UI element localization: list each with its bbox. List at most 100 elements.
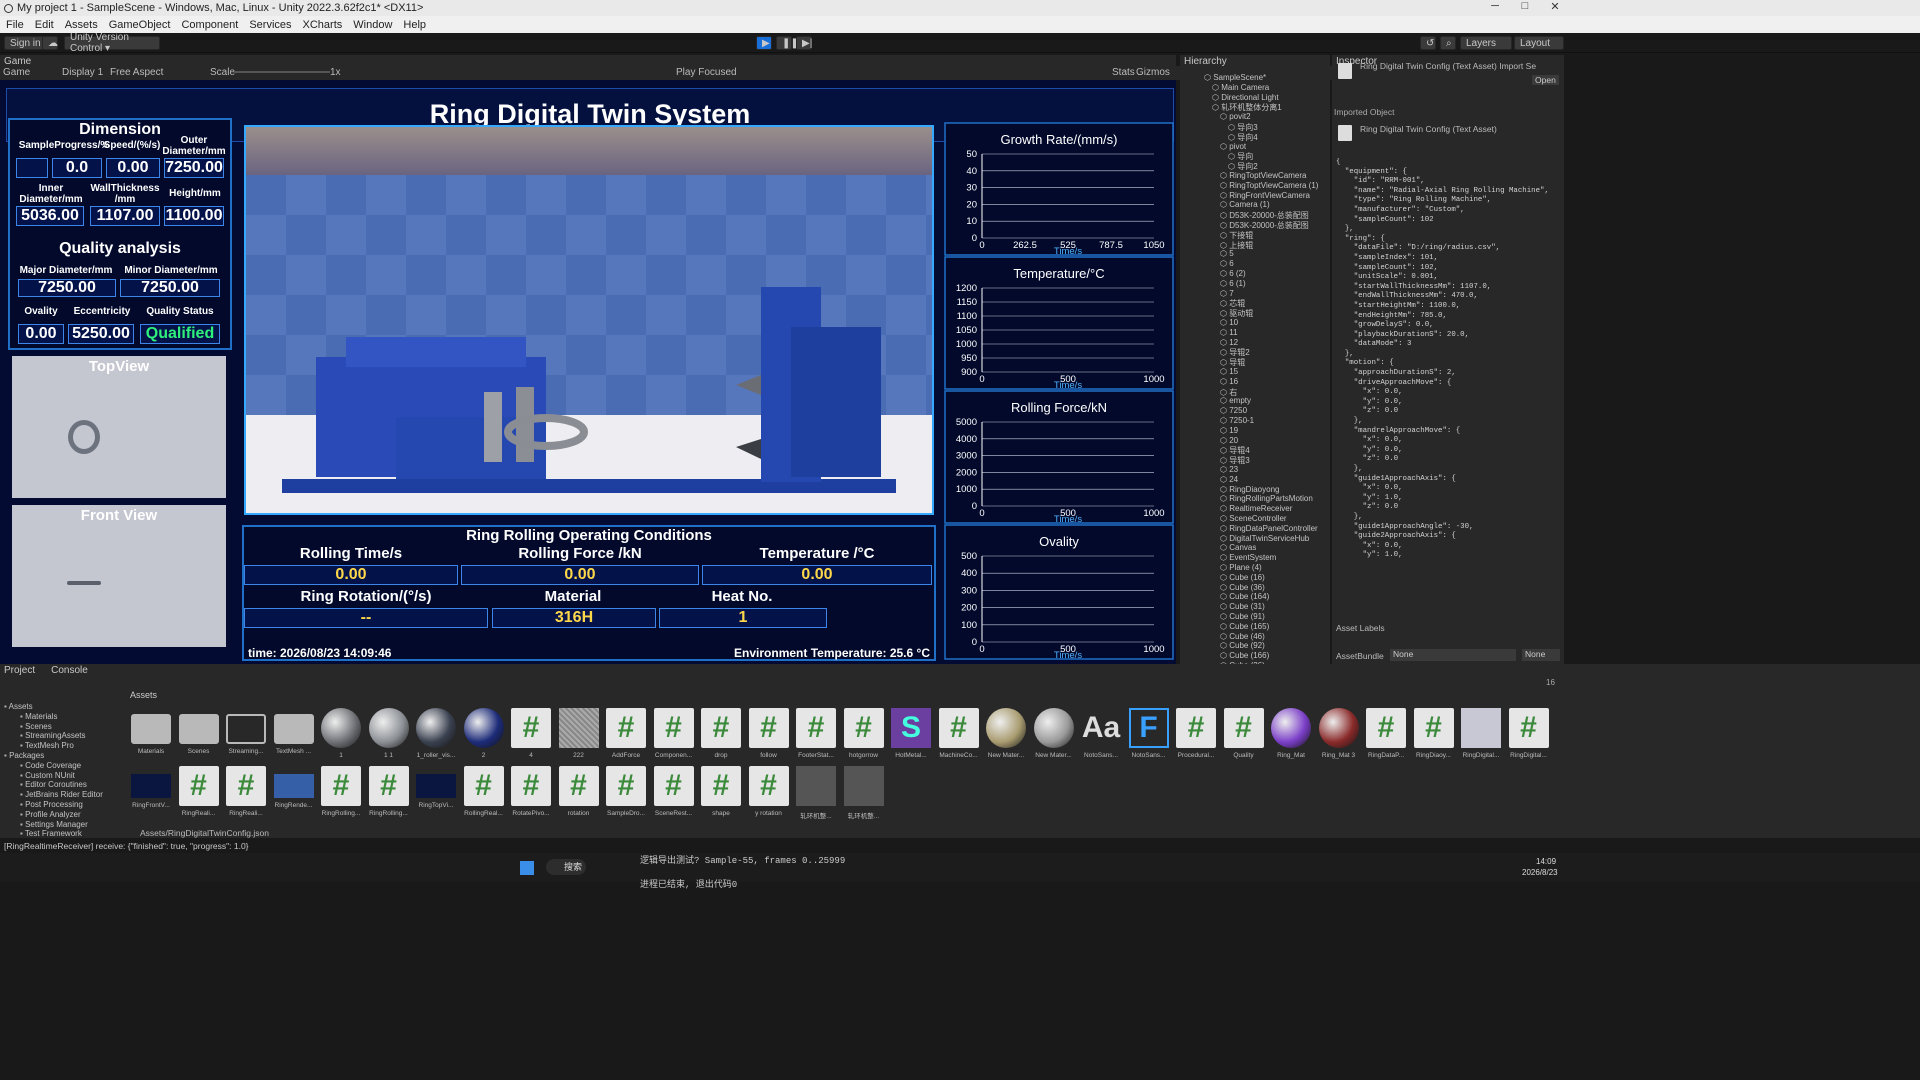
project-tree-item[interactable]: ▪ Packages: [4, 751, 44, 760]
hierarchy-item[interactable]: ⬡ 12: [1220, 338, 1238, 347]
hierarchy-item[interactable]: ⬡ Main Camera: [1212, 83, 1269, 92]
assetbundle-variant-dropdown[interactable]: None: [1522, 649, 1560, 661]
asset-item[interactable]: 2: [461, 708, 507, 759]
hierarchy-item[interactable]: ⬡ 23: [1220, 465, 1238, 474]
hierarchy-item[interactable]: ⬡ 11: [1220, 328, 1238, 337]
asset-item[interactable]: # RingRolling...: [318, 766, 364, 817]
project-tree-item[interactable]: ▪ Code Coverage: [20, 761, 81, 770]
asset-item[interactable]: # RingDigital...: [1506, 708, 1552, 759]
asset-item[interactable]: Streaming...: [223, 708, 269, 755]
asset-item[interactable]: # SampleDro...: [603, 766, 649, 817]
project-tree-item[interactable]: ▪ Scenes: [20, 722, 52, 731]
asset-item[interactable]: # rotation: [556, 766, 602, 817]
project-tree-item[interactable]: ▪ Test Framework: [20, 829, 82, 838]
project-tree-item[interactable]: ▪ JetBrains Rider Editor: [20, 790, 103, 799]
asset-item[interactable]: RingTopVi...: [413, 766, 459, 809]
asset-item[interactable]: # RollingReal...: [461, 766, 507, 817]
menu-gameobject[interactable]: GameObject: [109, 19, 171, 31]
pause-icon[interactable]: ❚❚: [776, 36, 799, 50]
asset-item[interactable]: Ring_Mat 3: [1316, 708, 1362, 759]
menu-edit[interactable]: Edit: [35, 19, 54, 31]
play-focused-dropdown[interactable]: Play Focused: [676, 67, 737, 78]
hierarchy-item[interactable]: ⬡ 7250: [1220, 406, 1247, 415]
hierarchy-item[interactable]: ⬡ povit2: [1220, 112, 1251, 121]
asset-item[interactable]: # Componen...: [651, 708, 697, 759]
hierarchy-item[interactable]: ⬡ DigitalTwinServiceHub: [1220, 534, 1309, 543]
hierarchy-item[interactable]: ⬡ RingFrontViewCamera: [1220, 191, 1310, 200]
asset-item[interactable]: # RingDataP...: [1363, 708, 1409, 759]
asset-item[interactable]: 轧环机整...: [793, 766, 839, 820]
hierarchy-item[interactable]: ⬡ 6: [1220, 259, 1234, 268]
hierarchy-item[interactable]: ⬡ RingToptViewCamera (1): [1220, 181, 1318, 190]
play-icon[interactable]: ▶: [756, 36, 772, 50]
minimize-button[interactable]: ─: [1480, 0, 1510, 16]
asset-item[interactable]: F NotoSans...: [1126, 708, 1172, 759]
asset-item[interactable]: TextMesh ...: [271, 708, 317, 755]
hierarchy-tab[interactable]: Hierarchy: [1180, 55, 1330, 67]
hierarchy-item[interactable]: ⬡ pivot: [1220, 142, 1246, 151]
asset-item[interactable]: # RingReali...: [176, 766, 222, 817]
asset-item[interactable]: 1 1: [366, 708, 412, 759]
asset-item[interactable]: Scenes: [176, 708, 222, 755]
hierarchy-item[interactable]: ⬡ RingToptViewCamera: [1220, 171, 1306, 180]
hierarchy-item[interactable]: ⬡ Cube (36): [1220, 583, 1265, 592]
hierarchy-item[interactable]: ⬡ 6 (1): [1220, 279, 1246, 288]
menu-xcharts[interactable]: XCharts: [303, 19, 343, 31]
gizmos-button[interactable]: Gizmos: [1136, 67, 1170, 78]
menu-window[interactable]: Window: [353, 19, 392, 31]
hierarchy-item[interactable]: ⬡ Cube (164): [1220, 592, 1269, 601]
asset-item[interactable]: 1_roller_vis...: [413, 708, 459, 759]
history-icon[interactable]: ↺: [1420, 36, 1436, 50]
asset-item[interactable]: # RingDiaoy...: [1411, 708, 1457, 759]
menu-file[interactable]: File: [6, 19, 24, 31]
asset-item[interactable]: Ring_Mat: [1268, 708, 1314, 759]
project-tree-item[interactable]: ▪ StreamingAssets: [20, 731, 86, 740]
sign-in-button[interactable]: Sign in: [4, 36, 47, 50]
menu-help[interactable]: Help: [403, 19, 426, 31]
hierarchy-item[interactable]: ⬡ 24: [1220, 475, 1238, 484]
asset-item[interactable]: 轧环机整...: [841, 766, 887, 820]
display-dropdown[interactable]: Display 1: [62, 67, 103, 78]
menu-component[interactable]: Component: [181, 19, 238, 31]
assetbundle-dropdown[interactable]: None: [1390, 649, 1516, 661]
asset-item[interactable]: # shape: [698, 766, 744, 817]
project-tree-item[interactable]: ▪ Materials: [20, 712, 58, 721]
project-tree-item[interactable]: ▪ TextMesh Pro: [20, 741, 74, 750]
hierarchy-item[interactable]: ⬡ 15: [1220, 367, 1238, 376]
layout-dropdown[interactable]: Layout: [1514, 36, 1564, 50]
asset-item[interactable]: New Mater...: [983, 708, 1029, 759]
asset-item[interactable]: # FooterStat...: [793, 708, 839, 759]
asset-item[interactable]: New Mater...: [1031, 708, 1077, 759]
hierarchy-item[interactable]: ⬡ 5: [1220, 249, 1234, 258]
asset-item[interactable]: # Quality: [1221, 708, 1267, 759]
asset-item[interactable]: S HotMetal...: [888, 708, 934, 759]
console-tab[interactable]: Console: [51, 665, 88, 676]
asset-item[interactable]: # drop: [698, 708, 744, 759]
hierarchy-item[interactable]: ⬡ Cube (16): [1220, 573, 1265, 582]
asset-item[interactable]: # AddForce: [603, 708, 649, 759]
cloud-icon[interactable]: ☁: [42, 36, 58, 50]
hierarchy-item[interactable]: ⬡ SceneController: [1220, 514, 1287, 523]
scale-slider[interactable]: [234, 71, 330, 73]
windows-start-icon[interactable]: [520, 861, 534, 875]
hierarchy-item[interactable]: ⬡ EventSystem: [1220, 553, 1276, 562]
hierarchy-item[interactable]: ⬡ 20: [1220, 436, 1238, 445]
hierarchy-item[interactable]: ⬡ RingRollingPartsMotion: [1220, 494, 1313, 503]
hierarchy-item[interactable]: ⬡ Plane (4): [1220, 563, 1262, 572]
hierarchy-item[interactable]: ⬡ 6 (2): [1220, 269, 1246, 278]
asset-item[interactable]: RingDigital...: [1458, 708, 1504, 759]
menu-services[interactable]: Services: [249, 19, 291, 31]
step-icon[interactable]: ▶|: [796, 36, 812, 50]
hierarchy-item[interactable]: ⬡ Cube (92): [1220, 641, 1265, 650]
assets-breadcrumb[interactable]: Assets: [130, 690, 157, 700]
hierarchy-item[interactable]: ⬡ Camera (1): [1220, 200, 1270, 209]
hierarchy-item[interactable]: ⬡ Cube (165): [1220, 622, 1269, 631]
hierarchy-item[interactable]: ⬡ RingDataPanelController: [1220, 524, 1318, 533]
hierarchy-item[interactable]: ⬡ Canvas: [1220, 543, 1256, 552]
asset-item[interactable]: #4: [508, 708, 554, 759]
open-button[interactable]: Open: [1532, 75, 1559, 85]
asset-item[interactable]: # RingReali...: [223, 766, 269, 817]
stats-button[interactable]: Stats: [1112, 67, 1135, 78]
layers-dropdown[interactable]: Layers: [1460, 36, 1512, 50]
asset-item[interactable]: # hotgorrow: [841, 708, 887, 759]
